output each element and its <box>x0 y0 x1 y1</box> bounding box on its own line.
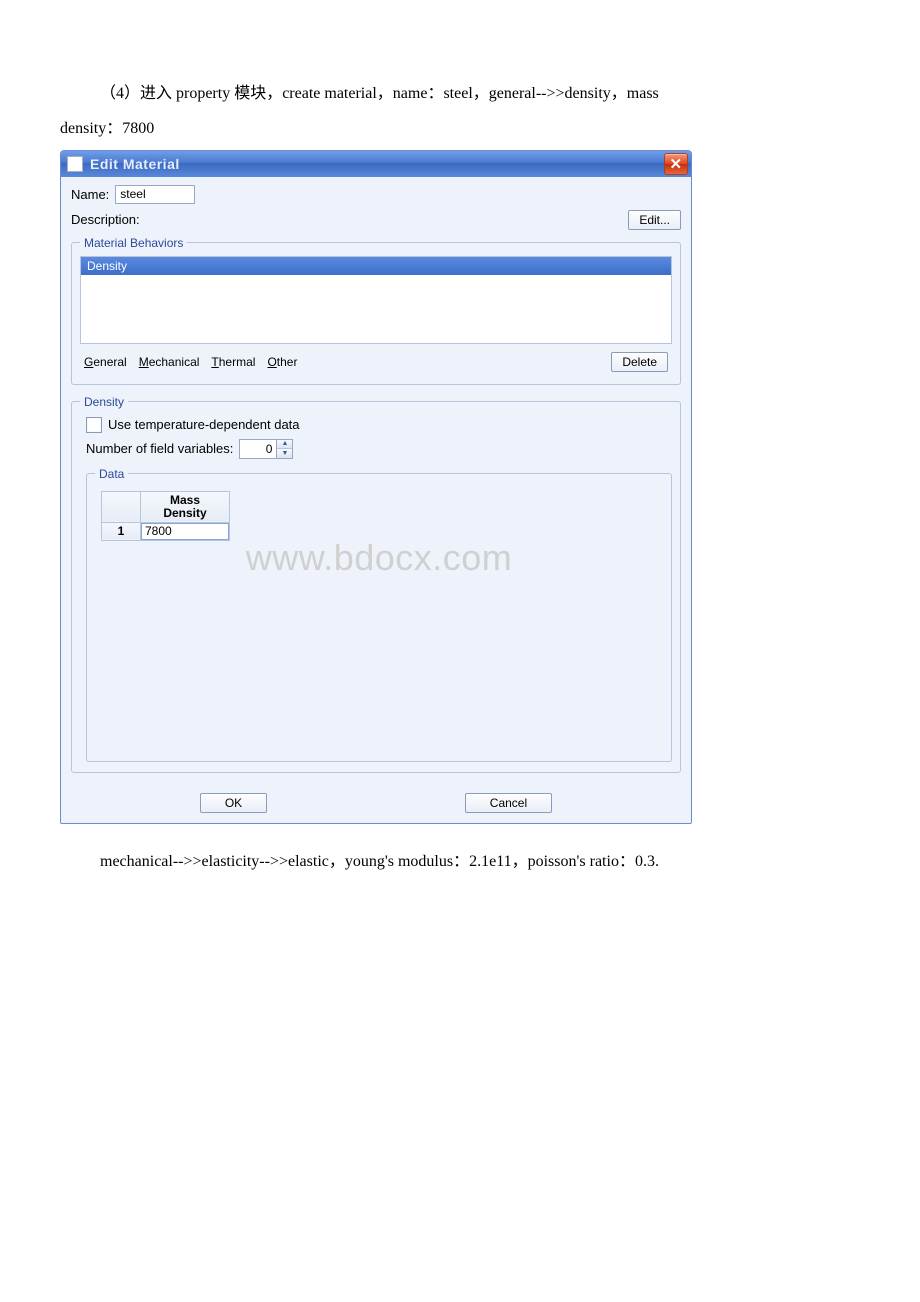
data-legend: Data <box>95 467 128 481</box>
temp-dependent-label: Use temperature-dependent data <box>108 417 300 432</box>
cancel-button[interactable]: Cancel <box>465 793 552 813</box>
material-behaviors-legend: Material Behaviors <box>80 236 187 250</box>
behavior-item-density[interactable]: Density <box>81 257 671 275</box>
chevron-down-icon[interactable]: ▼ <box>277 448 292 458</box>
menu-mechanical[interactable]: Mechanical <box>139 355 200 369</box>
field-vars-value: 0 <box>240 440 276 458</box>
edit-description-button[interactable]: Edit... <box>628 210 681 230</box>
titlebar: Edit Material ✕ <box>61 151 691 177</box>
temp-dependent-checkbox[interactable] <box>86 417 102 433</box>
description-label: Description: <box>71 212 140 227</box>
chevron-up-icon[interactable]: ▲ <box>277 440 292 449</box>
instruction-outro: mechanical-->>elasticity-->>elastic，youn… <box>60 848 860 877</box>
menu-thermal[interactable]: Thermal <box>211 355 255 369</box>
menu-general[interactable]: General <box>84 355 127 369</box>
name-label: Name: <box>71 187 109 202</box>
dialog-title: Edit Material <box>90 156 664 172</box>
col-mass-density: Mass Density <box>141 491 230 522</box>
ok-button[interactable]: OK <box>200 793 267 813</box>
app-icon <box>67 156 83 172</box>
watermark-text: www.bdocx.com <box>95 537 663 579</box>
edit-material-dialog: Edit Material ✕ Name: Description: Edit.… <box>60 150 692 824</box>
density-fieldset: Density Use temperature-dependent data N… <box>71 395 681 773</box>
field-vars-stepper[interactable]: 0 ▲ ▼ <box>239 439 293 459</box>
density-legend: Density <box>80 395 128 409</box>
delete-button[interactable]: Delete <box>611 352 668 372</box>
menu-other[interactable]: Other <box>267 355 297 369</box>
density-table: Mass Density 1 <box>101 491 230 541</box>
field-vars-label: Number of field variables: <box>86 441 233 456</box>
instruction-line-1: （4）进入 property 模块，create material，name：s… <box>60 80 860 109</box>
close-icon[interactable]: ✕ <box>664 153 688 175</box>
behaviors-list[interactable]: Density <box>80 256 672 344</box>
instruction-line-2: density：7800 <box>60 115 860 144</box>
material-behaviors-fieldset: Material Behaviors Density General Mecha… <box>71 236 681 385</box>
name-field[interactable] <box>115 185 195 204</box>
data-fieldset: Data Mass Density <box>86 467 672 762</box>
